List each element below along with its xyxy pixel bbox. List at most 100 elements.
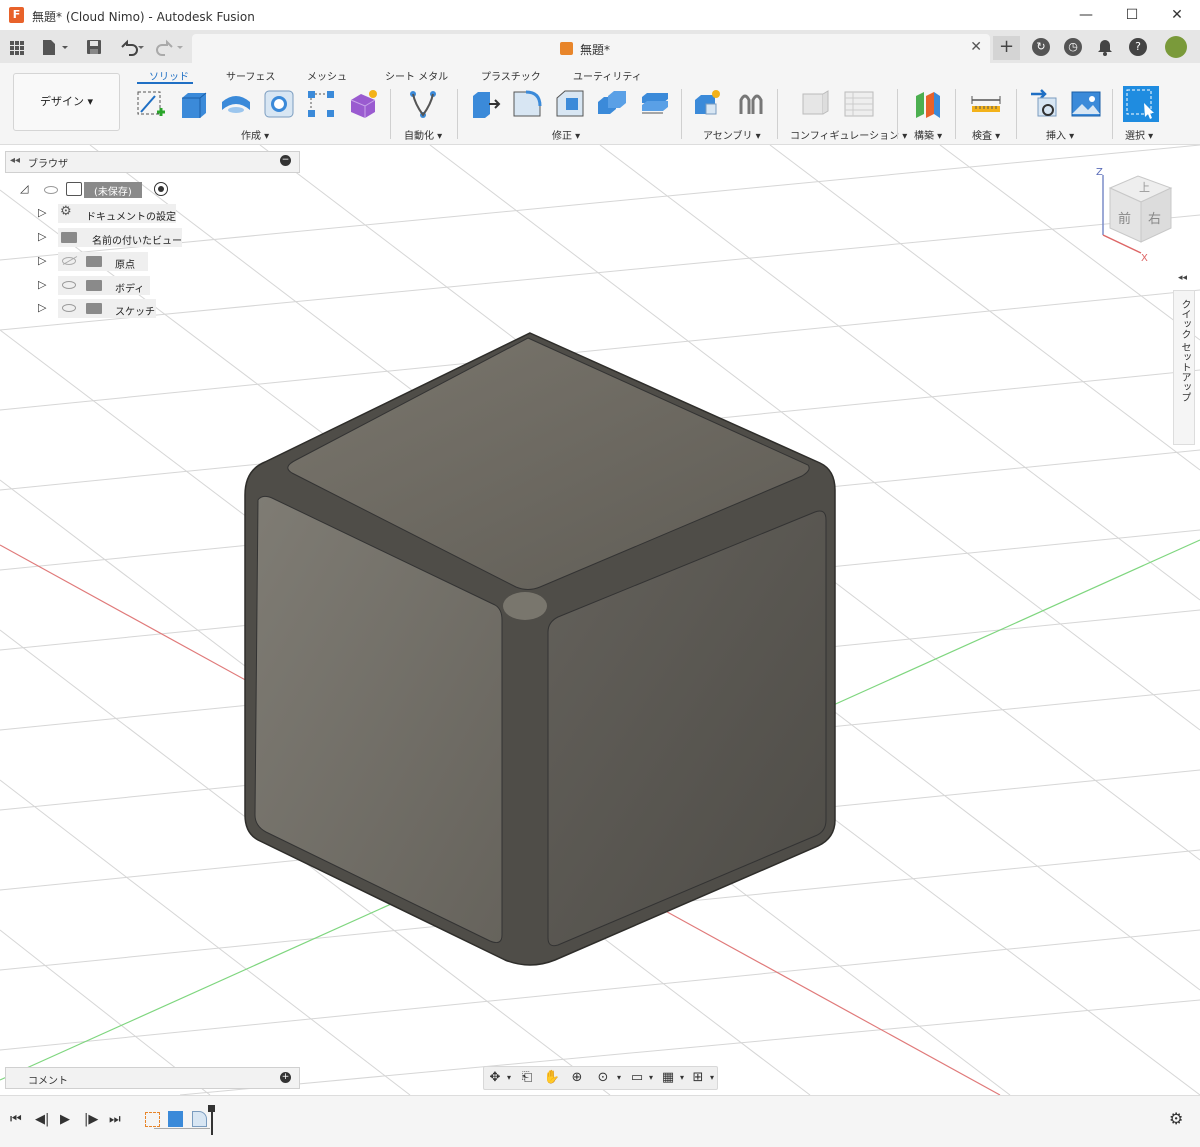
group-create-label[interactable]: 作成 ▾ — [241, 127, 269, 142]
timeline-extrude-icon[interactable] — [168, 1111, 183, 1127]
quick-setup-panel[interactable]: クイック セットアップ — [1173, 290, 1195, 445]
browser-item-origin[interactable]: ▷ 原点 — [38, 252, 158, 272]
app-grid-icon[interactable] — [9, 37, 25, 57]
shell-icon[interactable] — [596, 88, 628, 120]
workspace-switcher-button[interactable]: デザイン ▾ — [13, 73, 120, 131]
save-icon[interactable] — [86, 37, 102, 57]
tab-utility[interactable]: ユーティリティ — [573, 68, 642, 83]
group-construct-label[interactable]: 構築 ▾ — [914, 127, 942, 142]
display-dropdown-icon[interactable]: ▾ — [642, 1070, 660, 1086]
group-inspect-label[interactable]: 検査 ▾ — [972, 127, 1000, 142]
expand-panel-icon[interactable]: ◂◂ — [1178, 273, 1187, 283]
job-status-icon[interactable]: ↻ — [1032, 38, 1050, 56]
document-tab[interactable]: 無題* ✕ — [192, 34, 990, 63]
go-to-end-icon[interactable]: ⏭ — [109, 1112, 121, 1127]
expand-triangle-icon[interactable]: ▷ — [38, 206, 46, 219]
browser-item-label: ボディ — [115, 284, 145, 295]
configuration-icon[interactable] — [800, 88, 832, 120]
measure-icon[interactable] — [970, 88, 1002, 120]
group-select-label[interactable]: 選択 ▾ — [1125, 127, 1153, 142]
undo-icon[interactable] — [118, 37, 148, 57]
new-tab-button[interactable]: + — [993, 36, 1020, 60]
expand-triangle-icon[interactable]: ▷ — [38, 278, 46, 291]
browser-item-document-settings[interactable]: ▷ ⚙ ドキュメントの設定 — [38, 204, 178, 224]
automate-icon[interactable] — [407, 88, 439, 120]
collapse-panel-icon[interactable]: ◂◂ — [10, 155, 20, 166]
timeline-settings-gear-icon[interactable]: ⚙ — [1169, 1109, 1183, 1128]
expand-triangle-icon[interactable]: ▷ — [38, 254, 46, 267]
tab-mesh[interactable]: メッシュ — [307, 68, 347, 83]
visibility-eye-icon[interactable] — [44, 186, 58, 194]
close-window-button[interactable]: ✕ — [1154, 0, 1200, 31]
canvas-viewport[interactable] — [0, 145, 1200, 1095]
group-configuration-label[interactable]: コンフィギュレーション ▾ — [790, 127, 907, 142]
play-icon[interactable]: ▶ — [60, 1112, 70, 1127]
fillet-icon[interactable] — [511, 88, 543, 120]
create-sketch-icon[interactable] — [135, 88, 167, 120]
file-menu-icon[interactable] — [40, 37, 70, 57]
browser-item-sketches[interactable]: ▷ スケッチ — [38, 299, 158, 319]
offset-plane-icon[interactable] — [912, 88, 944, 120]
minimize-button[interactable]: — — [1063, 0, 1109, 31]
timeline-fillet-icon[interactable] — [192, 1111, 207, 1127]
tab-solid[interactable]: ソリッド — [149, 68, 189, 83]
viewcube-right-label[interactable]: 右 — [1148, 212, 1161, 227]
group-assemble-label[interactable]: アセンブリ ▾ — [703, 127, 761, 142]
joint-icon[interactable] — [735, 88, 767, 120]
tab-plastic[interactable]: プラスチック — [481, 68, 541, 83]
add-comment-icon[interactable]: + — [280, 1072, 291, 1083]
look-at-icon[interactable]: ⎗ — [518, 1070, 536, 1086]
new-component-icon[interactable] — [692, 88, 724, 120]
viewports-dropdown-icon[interactable]: ▾ — [703, 1070, 721, 1086]
view-cube[interactable]: 上 前 右 Z X — [1095, 163, 1180, 265]
visibility-eye-icon[interactable] — [62, 281, 76, 289]
timeline-marker-icon[interactable] — [208, 1105, 215, 1135]
tab-surface[interactable]: サーフェス — [226, 68, 275, 83]
pattern-icon[interactable] — [305, 88, 337, 120]
chamfer-icon[interactable] — [554, 88, 586, 120]
step-back-icon[interactable]: ◀| — [35, 1112, 49, 1127]
combine-icon[interactable] — [639, 88, 671, 120]
redo-icon[interactable] — [156, 37, 186, 57]
comments-panel-header[interactable]: コメント + — [5, 1067, 300, 1089]
expand-triangle-icon[interactable]: ▷ — [38, 301, 46, 314]
browser-panel-header[interactable]: ◂◂ ブラウザ − — [5, 151, 300, 173]
insert-derive-icon[interactable] — [1028, 88, 1060, 120]
create-form-icon[interactable] — [347, 88, 379, 120]
select-icon[interactable] — [1122, 85, 1160, 123]
group-modify-label[interactable]: 修正 ▾ — [552, 127, 580, 142]
help-icon[interactable]: ? — [1129, 38, 1147, 56]
maximize-button[interactable]: ☐ — [1109, 0, 1155, 31]
revolve-icon[interactable] — [220, 88, 252, 120]
configuration-table-icon[interactable] — [843, 88, 875, 120]
insert-image-icon[interactable] — [1070, 88, 1102, 120]
browser-item-named-views[interactable]: ▷ 名前の付いたビュー — [38, 228, 188, 248]
expand-triangle-icon[interactable]: ▷ — [38, 230, 46, 243]
extrude-icon[interactable] — [178, 88, 210, 120]
folder-icon — [86, 303, 102, 314]
browser-root-row[interactable]: ◿ (未保存) — [20, 180, 180, 200]
zoom-icon[interactable]: ⊕ — [568, 1070, 586, 1086]
go-to-start-icon[interactable]: ⏮ — [10, 1112, 22, 1127]
press-pull-icon[interactable] — [469, 88, 501, 120]
fit-dropdown-icon[interactable]: ▾ — [610, 1070, 628, 1086]
hole-icon[interactable] — [263, 88, 295, 120]
timeline-sketch-icon[interactable] — [145, 1112, 160, 1127]
browser-item-bodies[interactable]: ▷ ボディ — [38, 276, 158, 296]
tab-sheet-metal[interactable]: シート メタル — [385, 68, 448, 83]
close-tab-icon[interactable]: ✕ — [970, 39, 982, 55]
viewcube-front-label[interactable]: 前 — [1118, 211, 1131, 227]
notification-bell-icon[interactable] — [1097, 37, 1113, 57]
step-forward-icon[interactable]: |▶ — [84, 1112, 98, 1127]
group-automate-label[interactable]: 自動化 ▾ — [404, 127, 442, 142]
viewcube-top-label[interactable]: 上 — [1139, 181, 1150, 194]
pan-hand-icon[interactable]: ✋ — [543, 1070, 561, 1086]
visibility-eye-icon[interactable] — [62, 304, 76, 312]
history-clock-icon[interactable]: ◷ — [1064, 38, 1082, 56]
collapse-triangle-icon[interactable]: ◿ — [20, 182, 28, 195]
root-component-label[interactable]: (未保存) — [84, 182, 142, 198]
minimize-panel-icon[interactable]: − — [280, 155, 291, 166]
orbit-dropdown-icon[interactable]: ▾ — [500, 1070, 518, 1086]
user-avatar[interactable] — [1165, 36, 1187, 58]
group-insert-label[interactable]: 挿入 ▾ — [1046, 127, 1074, 142]
